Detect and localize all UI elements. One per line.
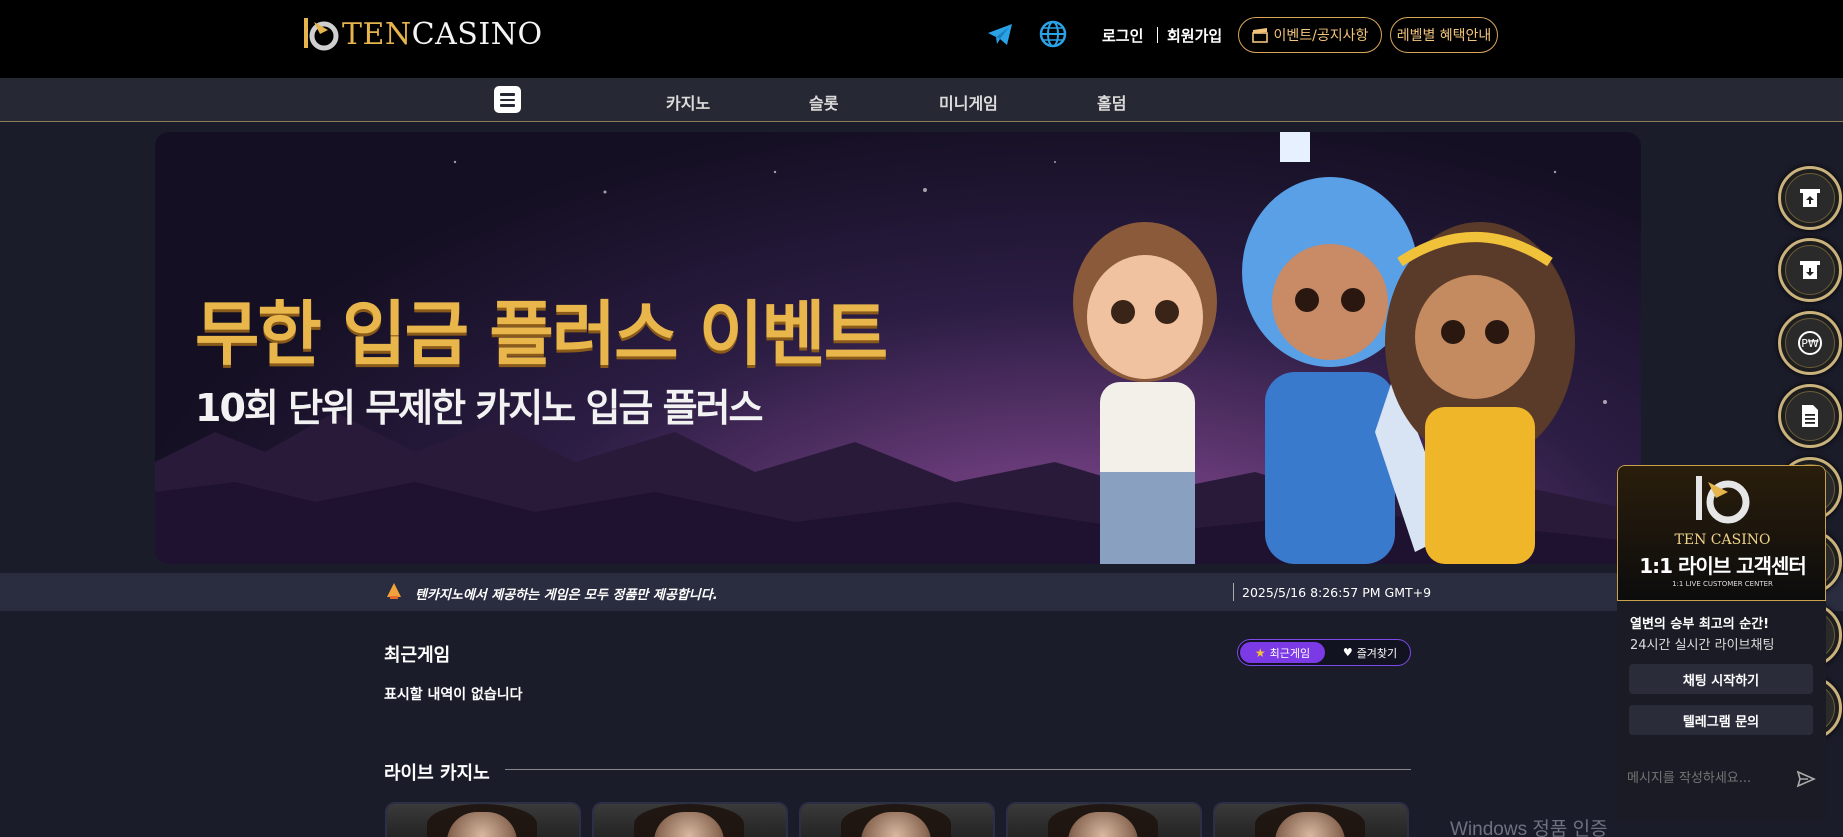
chat-heading: 1:1 라이브 고객센터 xyxy=(1639,554,1807,578)
globe-icon[interactable] xyxy=(1038,19,1068,49)
chat-message-1: 열변의 승부 최고의 순간! xyxy=(1630,617,1770,632)
deposit-button[interactable] xyxy=(1778,166,1842,230)
withdraw-icon xyxy=(1800,261,1820,279)
tab-recent-games[interactable]: ★ 최근게임 xyxy=(1240,642,1325,663)
star-icon: ★ xyxy=(1254,645,1266,660)
banner-title: 무한 입금 플러스 이벤트 xyxy=(195,293,888,375)
point-exchange-button[interactable]: P₩ xyxy=(1778,311,1842,375)
level-benefits-label: 레벨별 혜택안내 xyxy=(1396,28,1492,44)
deposit-icon xyxy=(1800,189,1820,207)
chat-header-image: TEN CASINO 1:1 라이브 고객센터 1:1 LIVE CUSTOME… xyxy=(1617,465,1826,601)
point-exchange-icon: P₩ xyxy=(1798,331,1822,355)
recent-games-title: 최근게임 xyxy=(384,645,451,666)
start-chat-button[interactable]: 채팅 시작하기 xyxy=(1629,664,1813,694)
main-nav: 카지노 슬롯 미니게임 홀덤 xyxy=(0,78,1843,122)
withdraw-button[interactable] xyxy=(1778,238,1842,302)
tab-recent-label: 최근게임 xyxy=(1269,646,1311,660)
level-benefits-button[interactable]: 레벨별 혜택안내 xyxy=(1390,17,1498,53)
chat-brand: TEN CASINO xyxy=(1674,532,1771,548)
live-game-card[interactable] xyxy=(385,802,581,837)
logo[interactable]: TENCASINO xyxy=(300,14,543,54)
tab-favorites[interactable]: ♥ 즐겨찾기 xyxy=(1330,642,1410,663)
notice-text: 텐카지노에서 제공하는 게임은 모두 정품만 제공합니다. xyxy=(415,588,718,603)
header-divider xyxy=(1157,27,1158,43)
chat-input-row xyxy=(1617,755,1826,801)
notice-divider xyxy=(1233,583,1234,601)
hamburger-menu-icon[interactable] xyxy=(494,86,521,113)
heart-icon: ♥ xyxy=(1342,646,1353,659)
live-game-card[interactable] xyxy=(1006,802,1202,837)
windows-activation-watermark: Windows 정품 인증 xyxy=(1450,819,1608,837)
send-icon[interactable] xyxy=(1796,769,1816,789)
tab-favorites-label: 즐겨찾기 xyxy=(1356,646,1398,660)
recent-favorites-toggle: ★ 최근게임 ♥ 즐겨찾기 xyxy=(1237,639,1411,666)
login-link[interactable]: 로그인 xyxy=(1102,25,1143,46)
server-time: 2025/5/16 8:26:57 PM GMT+9 xyxy=(1242,585,1432,600)
clapperboard-icon xyxy=(1251,28,1268,43)
notice-bar: 텐카지노에서 제공하는 게임은 모두 정품만 제공합니다. 2025/5/16 … xyxy=(0,573,1843,611)
chat-logo-icon xyxy=(1696,476,1750,524)
live-game-card[interactable] xyxy=(1213,802,1409,837)
chat-heading-en: 1:1 LIVE CUSTOMER CENTER xyxy=(1672,580,1773,588)
signup-link[interactable]: 회원가입 xyxy=(1167,25,1222,46)
live-chat-widget: TEN CASINO 1:1 라이브 고객센터 1:1 LIVE CUSTOME… xyxy=(1617,465,1826,821)
events-notice-label: 이벤트/공지사항 xyxy=(1273,28,1369,44)
banner-subtitle: 10회 단위 무제한 카지노 입금 플러스 xyxy=(195,386,763,430)
document-icon xyxy=(1802,405,1818,427)
section-divider xyxy=(505,769,1411,770)
nav-item-slot[interactable]: 슬롯 xyxy=(809,90,838,114)
nav-item-casino[interactable]: 카지노 xyxy=(666,90,710,114)
chat-message-input[interactable] xyxy=(1627,763,1787,793)
top-header: TENCASINO 로그인 회원가입 이벤트/공지사항 레벨별 혜택안내 xyxy=(0,0,1843,78)
telegram-icon[interactable] xyxy=(985,19,1015,49)
live-game-card[interactable] xyxy=(799,802,995,837)
empty-state-text: 표시할 내역이 없습니다 xyxy=(384,687,523,703)
nav-item-minigame[interactable]: 미니게임 xyxy=(939,90,998,114)
board-button[interactable] xyxy=(1778,384,1842,448)
nav-item-holdem[interactable]: 홀덤 xyxy=(1097,90,1126,114)
telegram-inquiry-button[interactable]: 텔레그램 문의 xyxy=(1629,705,1813,735)
logo-mark-icon xyxy=(304,18,339,51)
live-casino-title: 라이브 카지노 xyxy=(384,763,490,784)
events-notice-button[interactable]: 이벤트/공지사항 xyxy=(1238,17,1382,53)
promo-banner[interactable]: 무한 입금 플러스 이벤트 10회 단위 무제한 카지노 입금 플러스 xyxy=(155,132,1641,564)
megaphone-icon xyxy=(387,583,401,599)
chat-message-2: 24시간 실시간 라이브채팅 xyxy=(1630,638,1775,653)
logo-text: TENCASINO xyxy=(342,16,543,52)
svg-text:P₩: P₩ xyxy=(1801,337,1819,350)
live-game-card[interactable] xyxy=(592,802,788,837)
